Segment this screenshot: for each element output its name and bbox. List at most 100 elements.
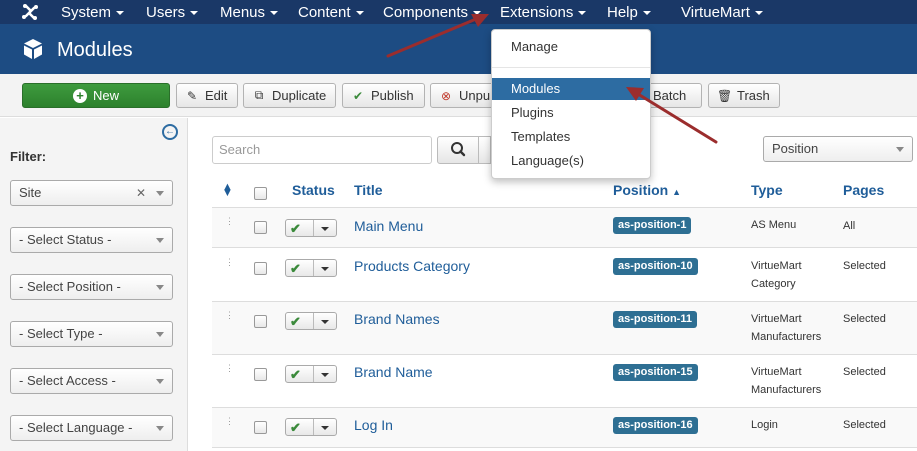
chevron-down-icon <box>156 238 164 243</box>
column-type[interactable]: Type <box>751 182 783 198</box>
nav-help[interactable]: Help <box>607 4 651 21</box>
status-toggle[interactable]: ✔ <box>285 312 337 330</box>
drag-handle-icon[interactable]: ⋮ <box>225 258 234 267</box>
nav-users[interactable]: Users <box>146 4 199 21</box>
page-title: Modules <box>57 39 133 61</box>
status-toggle[interactable]: ✔ <box>285 418 337 436</box>
position-badge: as-position-11 <box>613 311 697 328</box>
copy-icon: ⧉ <box>254 88 264 102</box>
module-title-link[interactable]: Brand Names <box>354 311 440 327</box>
nav-virtuemart[interactable]: VirtueMart <box>681 4 763 21</box>
nav-system[interactable]: System <box>61 4 125 21</box>
chevron-down-icon <box>156 285 164 290</box>
joomla-logo-icon[interactable] <box>20 2 40 22</box>
table-row: ⋮ ✔ Brand Name as-position-15 VirtueMart… <box>212 355 917 408</box>
menu-item-plugins[interactable]: Plugins <box>492 102 650 124</box>
menu-item-modules[interactable]: Modules <box>492 78 650 100</box>
nav-menus[interactable]: Menus <box>220 4 279 21</box>
module-pages: Selected <box>843 260 886 272</box>
position-badge: as-position-10 <box>613 258 698 275</box>
check-icon: ✔ <box>290 367 301 382</box>
nav-components[interactable]: Components <box>383 4 482 21</box>
search-input[interactable]: Search <box>212 136 432 164</box>
module-title-link[interactable]: Main Menu <box>354 218 423 234</box>
module-type: VirtueMart Manufacturers <box>751 366 822 396</box>
table-row: ⋮ ✔ Main Menu as-position-1 AS Menu All <box>212 208 917 248</box>
check-icon: ✔ <box>290 420 301 435</box>
chevron-down-icon[interactable] <box>321 227 329 231</box>
menu-item-languages[interactable]: Language(s) <box>492 150 650 172</box>
unpublish-button[interactable]: ⊗ Unpu <box>430 83 500 108</box>
duplicate-button[interactable]: ⧉ Duplicate <box>243 83 336 108</box>
module-type: AS Menu <box>751 219 797 231</box>
menu-item-templates[interactable]: Templates <box>492 126 650 148</box>
status-toggle[interactable]: ✔ <box>285 259 337 277</box>
drag-handle-icon[interactable]: ⋮ <box>225 417 234 426</box>
trash-button[interactable]: 🗑 Trash <box>708 83 780 108</box>
position-filter-select[interactable]: - Select Position - <box>10 274 173 300</box>
type-filter-select[interactable]: - Select Type - <box>10 321 173 347</box>
module-title-link[interactable]: Brand Name <box>354 364 433 380</box>
chevron-down-icon <box>156 426 164 431</box>
access-filter-select[interactable]: - Select Access - <box>10 368 173 394</box>
module-title-link[interactable]: Products Category <box>354 258 470 274</box>
row-checkbox[interactable] <box>254 262 267 275</box>
check-icon: ✔ <box>290 221 301 236</box>
chevron-down-icon[interactable] <box>321 426 329 430</box>
chevron-down-icon <box>156 379 164 384</box>
status-toggle[interactable]: ✔ <box>285 365 337 383</box>
drag-handle-icon[interactable]: ⋮ <box>225 364 234 373</box>
chevron-down-icon[interactable] <box>321 320 329 324</box>
search-button[interactable] <box>437 136 479 164</box>
chevron-down-icon <box>156 332 164 337</box>
position-badge: as-position-1 <box>613 217 692 234</box>
collapse-sidebar-icon[interactable]: ← <box>162 124 178 140</box>
menu-item-manage[interactable]: Manage <box>492 36 650 58</box>
edit-icon: ✎ <box>186 88 198 103</box>
ordering-sort-icon[interactable]: ▲ ▼ <box>222 182 233 199</box>
drag-handle-icon[interactable]: ⋮ <box>225 311 234 320</box>
module-title-link[interactable]: Log In <box>354 417 393 433</box>
nav-content[interactable]: Content <box>298 4 364 21</box>
row-checkbox[interactable] <box>254 315 267 328</box>
status-toggle[interactable]: ✔ <box>285 219 337 237</box>
column-status[interactable]: Status <box>292 182 335 198</box>
row-checkbox[interactable] <box>254 221 267 234</box>
sort-ascending-icon: ▲ <box>672 187 682 197</box>
chevron-down-icon[interactable] <box>321 373 329 377</box>
column-pages[interactable]: Pages <box>843 182 884 198</box>
chevron-down-icon <box>190 11 199 16</box>
unpublish-icon: ⊗ <box>440 88 452 103</box>
module-pages: Selected <box>843 419 886 431</box>
position-badge: as-position-16 <box>613 417 698 434</box>
status-filter-select[interactable]: - Select Status - <box>10 227 173 253</box>
chevron-down-icon[interactable] <box>321 267 329 271</box>
language-filter-select[interactable]: - Select Language - <box>10 415 173 441</box>
check-icon: ✔ <box>290 261 301 276</box>
cube-icon <box>24 39 42 59</box>
clear-icon[interactable]: ✕ <box>136 181 146 205</box>
publish-button[interactable]: ✔ Publish <box>342 83 425 108</box>
search-tools-button[interactable] <box>479 136 491 164</box>
client-filter-select[interactable]: Site ✕ <box>10 180 173 206</box>
chevron-down-icon <box>642 11 651 16</box>
module-type: VirtueMart Manufacturers <box>751 313 822 343</box>
chevron-down-icon <box>156 191 164 196</box>
table-row: ⋮ ✔ Brand Names as-position-11 VirtueMar… <box>212 302 917 355</box>
select-all-checkbox[interactable] <box>254 187 267 200</box>
column-title[interactable]: Title <box>354 182 383 198</box>
new-button[interactable]: + New <box>22 83 170 108</box>
drag-handle-icon[interactable]: ⋮ <box>225 217 234 226</box>
edit-button[interactable]: ✎ Edit <box>176 83 238 108</box>
sort-position-select[interactable]: Position <box>763 136 913 162</box>
filter-sidebar: ← Filter: Site ✕ - Select Status - - Sele… <box>0 118 188 451</box>
row-checkbox[interactable] <box>254 368 267 381</box>
column-position[interactable]: Position ▲ <box>613 182 681 198</box>
top-navbar: System Users Menus Content Components Ex… <box>0 0 917 24</box>
module-type: VirtueMart Category <box>751 260 802 290</box>
row-checkbox[interactable] <box>254 421 267 434</box>
module-type: Login <box>751 419 778 431</box>
menu-divider <box>492 67 650 68</box>
nav-extensions[interactable]: Extensions <box>500 4 587 21</box>
chevron-down-icon <box>473 11 482 16</box>
